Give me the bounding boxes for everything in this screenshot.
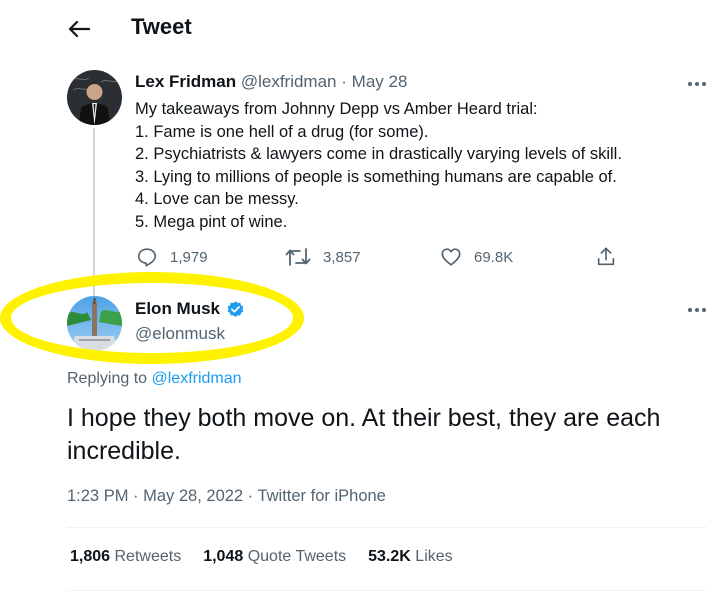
more-dot-icon <box>695 82 699 86</box>
divider <box>67 590 707 591</box>
avatar-image <box>67 296 122 351</box>
parent-author-handle[interactable]: @lexfridman <box>241 72 337 91</box>
back-button[interactable] <box>62 14 96 44</box>
share-button[interactable] <box>595 246 617 268</box>
lex-fridman-avatar[interactable] <box>67 70 122 125</box>
more-dot-icon <box>695 308 699 312</box>
retweets-count: 1,806 <box>70 548 111 565</box>
separator-dot: · <box>341 72 347 91</box>
tweet-stats: 1,806 Retweets 1,048 Quote Tweets 53.2K … <box>70 548 453 566</box>
tweet-line: 5. Mega pint of wine. <box>135 212 288 231</box>
main-author-name-row: Elon Musk <box>135 299 245 319</box>
retweets-label: Retweets <box>114 548 182 565</box>
like-button[interactable]: 69.8K <box>440 246 513 268</box>
thread-connector-line <box>93 128 95 298</box>
retweet-icon <box>285 248 311 266</box>
main-author-handle[interactable]: @elonmusk <box>135 324 225 344</box>
verified-badge-icon <box>227 300 244 317</box>
back-arrow-icon <box>68 20 90 38</box>
tweet-timestamp[interactable]: 1:23 PM · May 28, 2022 · Twitter for iPh… <box>67 487 386 506</box>
heart-icon <box>441 248 461 266</box>
replying-to-line: Replying to @lexfridman <box>67 370 242 388</box>
retweet-button[interactable]: 3,857 <box>285 246 361 268</box>
divider <box>67 527 707 528</box>
reply-count: 1,979 <box>170 248 208 266</box>
likes-label: Likes <box>415 548 453 565</box>
page-title: Tweet <box>131 14 192 39</box>
elon-musk-avatar[interactable] <box>67 296 122 351</box>
tweet-line: 3. Lying to millions of people is someth… <box>135 167 617 186</box>
tweet-line: My takeaways from Johnny Depp vs Amber H… <box>135 100 538 118</box>
replying-to-link[interactable]: @lexfridman <box>152 370 242 387</box>
avatar-image <box>67 70 122 125</box>
retweets-stat[interactable]: 1,806 Retweets <box>70 548 181 566</box>
replying-to-prefix: Replying to <box>67 370 148 387</box>
main-tweet-text: I hope they both move on. At their best,… <box>67 404 661 465</box>
main-author-name[interactable]: Elon Musk <box>135 299 220 319</box>
tweet-line: 4. Love can be messy. <box>135 190 299 208</box>
like-count: 69.8K <box>474 248 514 266</box>
retweet-count: 3,857 <box>323 248 361 266</box>
more-dot-icon <box>688 308 692 312</box>
likes-stat[interactable]: 53.2K Likes <box>368 548 453 566</box>
quote-tweets-stat[interactable]: 1,048 Quote Tweets <box>203 548 346 566</box>
reply-icon <box>137 248 157 267</box>
parent-tweet-text: My takeaways from Johnny Depp vs Amber H… <box>135 98 622 233</box>
more-dot-icon <box>688 82 692 86</box>
tweet-line: 2. Psychiatrists & lawyers come in drast… <box>135 145 622 163</box>
parent-tweet-date[interactable]: May 28 <box>352 72 408 91</box>
more-dot-icon <box>702 82 706 86</box>
page-header: Tweet <box>0 0 722 58</box>
parent-tweet-more-button[interactable] <box>682 74 712 94</box>
quote-tweets-count: 1,048 <box>203 548 244 565</box>
reply-button[interactable]: 1,979 <box>136 246 208 268</box>
parent-tweet-header: Lex Fridman @lexfridman · May 28 <box>135 72 407 92</box>
quote-tweets-label: Quote Tweets <box>247 548 347 565</box>
likes-count: 53.2K <box>368 548 411 565</box>
more-dot-icon <box>702 308 706 312</box>
share-icon <box>597 247 615 266</box>
tweet-line: 1. Fame is one hell of a drug (for some)… <box>135 122 429 141</box>
parent-author-name[interactable]: Lex Fridman <box>135 72 236 91</box>
main-tweet-more-button[interactable] <box>682 300 712 320</box>
